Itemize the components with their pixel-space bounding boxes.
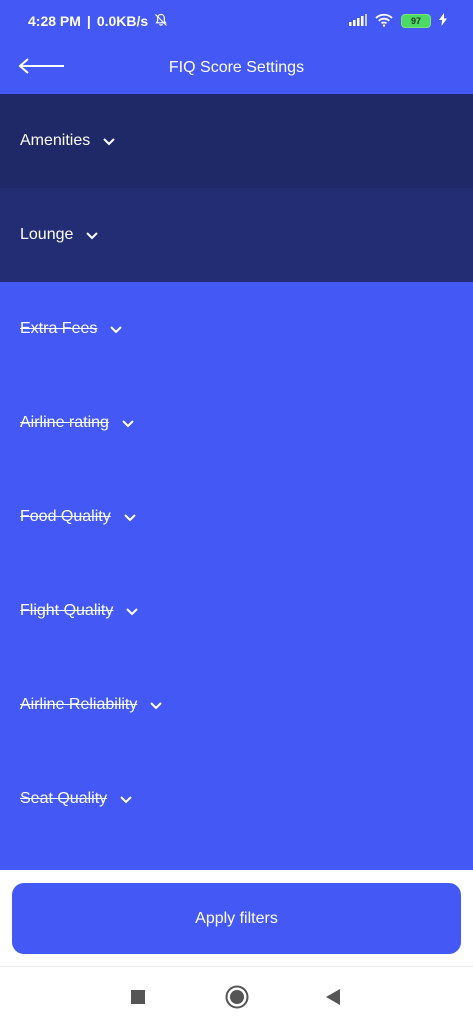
- chevron-down-icon: [125, 607, 139, 616]
- wifi-icon: [375, 13, 393, 30]
- status-network-speed: 0.0KB/s: [96, 13, 149, 29]
- chevron-down-icon: [149, 701, 163, 710]
- system-nav-bar: [0, 966, 473, 1024]
- status-separator: |: [86, 13, 91, 29]
- filter-label: Extra Fees: [20, 320, 98, 337]
- page-title: FIQ Score Settings: [168, 59, 305, 76]
- app-bar: FIQ Score Settings: [0, 42, 473, 94]
- filter-label: Lounge: [20, 226, 74, 243]
- chevron-down-icon: [123, 513, 137, 522]
- filter-row[interactable]: Flight Quality: [0, 564, 473, 658]
- chevron-down-icon: [121, 419, 135, 428]
- filter-row[interactable]: Airline rating: [0, 376, 473, 470]
- chevron-down-icon: [109, 325, 123, 334]
- filter-label: Amenities: [20, 132, 91, 149]
- filter-label: Food Quality: [20, 508, 111, 525]
- filter-row[interactable]: Food Quality: [0, 470, 473, 564]
- status-bar: 4:28 PM | 0.0KB/s 97: [0, 0, 473, 42]
- filter-row[interactable]: Amenities: [0, 94, 473, 188]
- filter-row[interactable]: Airline Reliability: [0, 658, 473, 752]
- square-icon[interactable]: [130, 989, 146, 1010]
- bell-off-icon: [154, 13, 168, 30]
- status-right: 97: [349, 13, 447, 30]
- chevron-down-icon: [102, 137, 116, 146]
- chevron-down-icon: [119, 795, 133, 804]
- status-left: 4:28 PM | 0.0KB/s: [28, 13, 168, 30]
- signal-icon: [349, 13, 367, 29]
- filter-list: Amenities Lounge Extra Fees Airline rating F…: [0, 94, 473, 870]
- bottom-action-area: Apply filters: [0, 870, 473, 966]
- filter-label: Airline Reliability: [20, 696, 138, 713]
- apply-filters-button[interactable]: Apply filters: [12, 883, 461, 954]
- filter-label: Seat Quality: [20, 790, 108, 807]
- filter-row[interactable]: Extra Fees: [0, 282, 473, 376]
- status-time: 4:28 PM: [28, 13, 81, 29]
- filter-row[interactable]: Lounge: [0, 188, 473, 282]
- filter-label: Flight Quality: [20, 602, 114, 619]
- arrow-left-icon: [18, 57, 66, 79]
- chevron-down-icon: [85, 231, 99, 240]
- filter-row[interactable]: Seat Quality: [0, 752, 473, 846]
- filter-label: Airline rating: [20, 414, 109, 431]
- battery-icon: 97: [401, 14, 431, 28]
- charging-icon: [439, 13, 447, 29]
- triangle-left-icon[interactable]: [325, 988, 341, 1011]
- back-button[interactable]: [18, 52, 70, 84]
- circle-icon[interactable]: [225, 985, 249, 1014]
